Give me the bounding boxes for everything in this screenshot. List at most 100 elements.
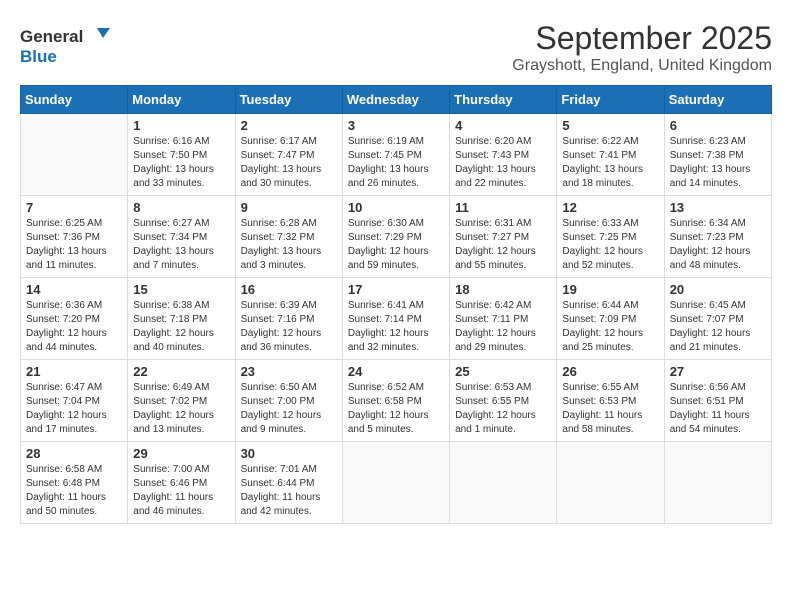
table-row: 10 Sunrise: 6:30 AM Sunset: 7:29 PM Dayli… bbox=[342, 196, 449, 278]
day-info: Sunrise: 6:16 AM Sunset: 7:50 PM Dayligh… bbox=[133, 135, 229, 191]
day-number: 3 bbox=[348, 118, 444, 133]
day-info: Sunrise: 7:00 AM Sunset: 6:46 PM Dayligh… bbox=[133, 463, 229, 519]
day-info: Sunrise: 6:50 AM Sunset: 7:00 PM Dayligh… bbox=[241, 381, 337, 437]
table-row: 21 Sunrise: 6:47 AM Sunset: 7:04 PM Dayli… bbox=[21, 360, 128, 442]
table-row: 14 Sunrise: 6:36 AM Sunset: 7:20 PM Dayli… bbox=[21, 278, 128, 360]
header-monday: Monday bbox=[128, 86, 235, 114]
day-info: Sunrise: 6:33 AM Sunset: 7:25 PM Dayligh… bbox=[562, 217, 658, 273]
table-row: 12 Sunrise: 6:33 AM Sunset: 7:25 PM Dayli… bbox=[557, 196, 664, 278]
table-row: 1 Sunrise: 6:16 AM Sunset: 7:50 PM Daylig… bbox=[128, 114, 235, 196]
week-row-4: 21 Sunrise: 6:47 AM Sunset: 7:04 PM Dayli… bbox=[21, 360, 772, 442]
day-number: 5 bbox=[562, 118, 658, 133]
week-row-2: 7 Sunrise: 6:25 AM Sunset: 7:36 PM Daylig… bbox=[21, 196, 772, 278]
table-row: 8Sunrise: 6:27 AM Sunset: 7:34 PM Daylig… bbox=[128, 196, 235, 278]
month-title: September 2025 bbox=[512, 20, 772, 57]
week-row-5: 28Sunrise: 6:58 AM Sunset: 6:48 PM Dayli… bbox=[21, 442, 772, 524]
day-info: Sunrise: 6:23 AM Sunset: 7:38 PM Dayligh… bbox=[670, 135, 766, 191]
day-info: Sunrise: 6:34 AM Sunset: 7:23 PM Dayligh… bbox=[670, 217, 766, 273]
day-info: Sunrise: 6:17 AM Sunset: 7:47 PM Dayligh… bbox=[241, 135, 337, 191]
day-info: Sunrise: 6:30 AM Sunset: 7:29 PM Dayligh… bbox=[348, 217, 444, 273]
day-info: Sunrise: 6:42 AM Sunset: 7:11 PM Dayligh… bbox=[455, 299, 551, 355]
header-sunday: Sunday bbox=[21, 86, 128, 114]
table-row: 22 Sunrise: 6:49 AM Sunset: 7:02 PM Dayli… bbox=[128, 360, 235, 442]
table-row: 19Sunrise: 6:44 AM Sunset: 7:09 PM Dayli… bbox=[557, 278, 664, 360]
table-row: 23 Sunrise: 6:50 AM Sunset: 7:00 PM Dayli… bbox=[235, 360, 342, 442]
day-number: 4 bbox=[455, 118, 551, 133]
day-number: 15 bbox=[133, 282, 229, 297]
day-number: 29 bbox=[133, 446, 229, 461]
day-info: Sunrise: 7:01 AM Sunset: 6:44 PM Dayligh… bbox=[241, 463, 337, 519]
day-info: Sunrise: 6:52 AM Sunset: 6:58 PM Dayligh… bbox=[348, 381, 444, 437]
day-info: Sunrise: 6:22 AM Sunset: 7:41 PM Dayligh… bbox=[562, 135, 658, 191]
day-number: 9 bbox=[241, 200, 337, 215]
day-number: 14 bbox=[26, 282, 122, 297]
day-number: 2 bbox=[241, 118, 337, 133]
header-thursday: Thursday bbox=[450, 86, 557, 114]
table-row: 16Sunrise: 6:39 AM Sunset: 7:16 PM Dayli… bbox=[235, 278, 342, 360]
day-info: Sunrise: 6:28 AM Sunset: 7:32 PM Dayligh… bbox=[241, 217, 337, 273]
day-number: 6 bbox=[670, 118, 766, 133]
title-area: September 2025 Grayshott, England, Unite… bbox=[512, 20, 772, 75]
weekday-header-row: Sunday Monday Tuesday Wednesday Thursday… bbox=[21, 86, 772, 114]
day-number: 22 bbox=[133, 364, 229, 379]
table-row bbox=[557, 442, 664, 524]
day-number: 23 bbox=[241, 364, 337, 379]
day-info: Sunrise: 6:41 AM Sunset: 7:14 PM Dayligh… bbox=[348, 299, 444, 355]
location-title: Grayshott, England, United Kingdom bbox=[512, 57, 772, 75]
day-number: 8 bbox=[133, 200, 229, 215]
table-row: 11 Sunrise: 6:31 AM Sunset: 7:27 PM Dayli… bbox=[450, 196, 557, 278]
header-friday: Friday bbox=[557, 86, 664, 114]
day-number: 10 bbox=[348, 200, 444, 215]
day-number: 13 bbox=[670, 200, 766, 215]
day-info: Sunrise: 6:36 AM Sunset: 7:20 PM Dayligh… bbox=[26, 299, 122, 355]
table-row: 24 Sunrise: 6:52 AM Sunset: 6:58 PM Dayli… bbox=[342, 360, 449, 442]
table-row: 20Sunrise: 6:45 AM Sunset: 7:07 PM Dayli… bbox=[664, 278, 771, 360]
day-number: 30 bbox=[241, 446, 337, 461]
header: General Blue September 2025 Grayshott, E… bbox=[20, 20, 772, 75]
day-number: 12 bbox=[562, 200, 658, 215]
day-number: 1 bbox=[133, 118, 229, 133]
day-number: 27 bbox=[670, 364, 766, 379]
table-row: 17Sunrise: 6:41 AM Sunset: 7:14 PM Dayli… bbox=[342, 278, 449, 360]
table-row: 2 Sunrise: 6:17 AM Sunset: 7:47 PM Daylig… bbox=[235, 114, 342, 196]
day-info: Sunrise: 6:25 AM Sunset: 7:36 PM Dayligh… bbox=[26, 217, 122, 273]
day-number: 24 bbox=[348, 364, 444, 379]
day-number: 16 bbox=[241, 282, 337, 297]
day-number: 21 bbox=[26, 364, 122, 379]
day-number: 18 bbox=[455, 282, 551, 297]
table-row bbox=[664, 442, 771, 524]
day-number: 7 bbox=[26, 200, 122, 215]
day-number: 20 bbox=[670, 282, 766, 297]
table-row: 15 Sunrise: 6:38 AM Sunset: 7:18 PM Dayli… bbox=[128, 278, 235, 360]
table-row: 27Sunrise: 6:56 AM Sunset: 6:51 PM Dayli… bbox=[664, 360, 771, 442]
svg-text:Blue: Blue bbox=[20, 47, 57, 66]
day-number: 28 bbox=[26, 446, 122, 461]
logo: General Blue bbox=[20, 20, 110, 70]
table-row: 18 Sunrise: 6:42 AM Sunset: 7:11 PM Dayli… bbox=[450, 278, 557, 360]
table-row: 4 Sunrise: 6:20 AM Sunset: 7:43 PM Daylig… bbox=[450, 114, 557, 196]
day-info: Sunrise: 6:47 AM Sunset: 7:04 PM Dayligh… bbox=[26, 381, 122, 437]
day-info: Sunrise: 6:38 AM Sunset: 7:18 PM Dayligh… bbox=[133, 299, 229, 355]
day-info: Sunrise: 6:31 AM Sunset: 7:27 PM Dayligh… bbox=[455, 217, 551, 273]
day-number: 26 bbox=[562, 364, 658, 379]
header-wednesday: Wednesday bbox=[342, 86, 449, 114]
table-row: 6 Sunrise: 6:23 AM Sunset: 7:38 PM Daylig… bbox=[664, 114, 771, 196]
calendar: Sunday Monday Tuesday Wednesday Thursday… bbox=[20, 85, 772, 524]
day-info: Sunrise: 6:20 AM Sunset: 7:43 PM Dayligh… bbox=[455, 135, 551, 191]
table-row: 3 Sunrise: 6:19 AM Sunset: 7:45 PM Daylig… bbox=[342, 114, 449, 196]
day-info: Sunrise: 6:44 AM Sunset: 7:09 PM Dayligh… bbox=[562, 299, 658, 355]
table-row: 26Sunrise: 6:55 AM Sunset: 6:53 PM Dayli… bbox=[557, 360, 664, 442]
table-row: 25 Sunrise: 6:53 AM Sunset: 6:55 PM Dayli… bbox=[450, 360, 557, 442]
table-row: 29 Sunrise: 7:00 AM Sunset: 6:46 PM Dayli… bbox=[128, 442, 235, 524]
day-info: Sunrise: 6:19 AM Sunset: 7:45 PM Dayligh… bbox=[348, 135, 444, 191]
header-tuesday: Tuesday bbox=[235, 86, 342, 114]
svg-text:General: General bbox=[20, 27, 83, 46]
table-row: 28Sunrise: 6:58 AM Sunset: 6:48 PM Dayli… bbox=[21, 442, 128, 524]
week-row-1: 1 Sunrise: 6:16 AM Sunset: 7:50 PM Daylig… bbox=[21, 114, 772, 196]
table-row: 30 Sunrise: 7:01 AM Sunset: 6:44 PM Dayli… bbox=[235, 442, 342, 524]
table-row: 13 Sunrise: 6:34 AM Sunset: 7:23 PM Dayli… bbox=[664, 196, 771, 278]
day-number: 25 bbox=[455, 364, 551, 379]
day-number: 11 bbox=[455, 200, 551, 215]
day-info: Sunrise: 6:53 AM Sunset: 6:55 PM Dayligh… bbox=[455, 381, 551, 437]
day-info: Sunrise: 6:49 AM Sunset: 7:02 PM Dayligh… bbox=[133, 381, 229, 437]
